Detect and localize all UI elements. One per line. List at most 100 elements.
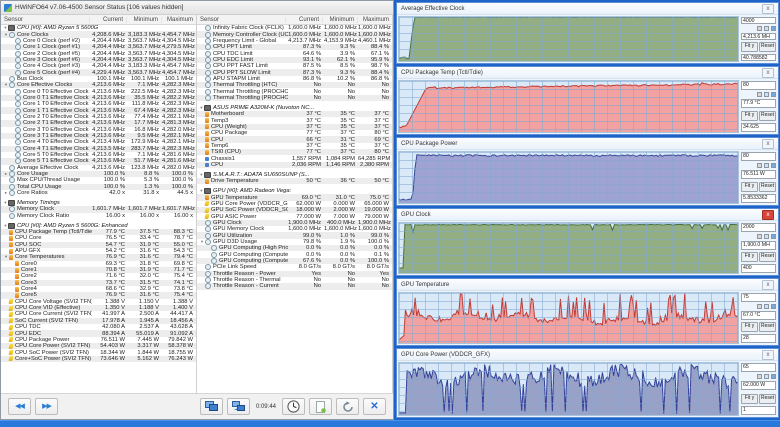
reset-values-button[interactable]	[336, 398, 359, 415]
axis-min-input[interactable]: 28	[741, 334, 776, 343]
column-header-current[interactable]: Current	[89, 16, 126, 23]
fit-y-button[interactable]: Fit y	[741, 111, 758, 121]
sensor-row[interactable]: CPU PPT FAST Limit 87.5 % 8.5 % 98.7 %	[197, 63, 392, 70]
taskbar[interactable]	[0, 420, 780, 427]
legend-checkbox[interactable]	[771, 304, 776, 309]
sensor-group-row[interactable]: ▾ CPU [#0]: AMD Ryzen 5 5600G: Enhanced	[1, 222, 196, 229]
sensor-row[interactable]: GPU Computing (Compute 0) Usage 0.0 % 0.0 …	[197, 251, 392, 258]
legend-checkbox[interactable]	[757, 234, 762, 239]
legend-checkbox[interactable]	[771, 163, 776, 168]
legend-checkbox[interactable]	[764, 374, 769, 379]
sensor-group-row[interactable]: ▾ S.M.A.R.T.: ADATA SU650SUNP (S...	[197, 171, 392, 178]
remote-sensors-button[interactable]	[226, 398, 250, 415]
sensor-row[interactable]: CPU 66 °C 31 °C 69 °C	[197, 136, 392, 143]
sensor-row[interactable]: Memory Clock Ratio 16.00 x 16.00 x 16.00 x	[1, 212, 196, 219]
sensor-row[interactable]: Core 4 T1 Effective Clock 4,213.5 MHz 283.…	[1, 145, 196, 152]
sensor-row[interactable]: GPU Computing (High Priority Co... 0.0 % 0…	[197, 245, 392, 252]
sensor-row[interactable]: APU GFX 54.2 °C 31.6 °C 54.3 °C	[1, 248, 196, 254]
sensor-row[interactable]: GPU Memory Clock 1,600.0 MHz 1,600.0 MHz 1,…	[197, 226, 392, 233]
sensor-row[interactable]: ▾ Core Effective Clocks 4,213.6 MHz 7.1 MHz…	[1, 82, 196, 89]
sensor-row[interactable]: ▾ Core Temperatures 76.9 °C 31.6 °C 79.4 °C	[1, 254, 196, 261]
sensor-row[interactable]: CPU PPT SLOW Limit 87.3 % 9.3 % 88.4 %	[197, 69, 392, 76]
sensor-row[interactable]: Total CPU Usage 100.0 % 1.3 % 100.0 %	[1, 183, 196, 190]
axis-max-input[interactable]: 4000	[741, 17, 776, 24]
legend-checkbox[interactable]	[771, 26, 776, 31]
sensor-row[interactable]: Core 3 Clock (perf #6) 4,204.4 MHz 3,563.7…	[1, 56, 196, 64]
sensor-row[interactable]: Throttle Reason - Current No No No	[197, 283, 392, 290]
window-titlebar[interactable]: HWiNFO64 v7.06-4500 Sensor Status [106 v…	[1, 1, 393, 15]
graph-close-icon[interactable]: x	[762, 67, 774, 78]
axis-min-input[interactable]: 34.625	[741, 123, 776, 132]
sensor-row[interactable]: CPU Core Current (SVI2 TFN) 41.997 A 2.500…	[1, 311, 196, 317]
graph-close-icon[interactable]: x	[762, 209, 774, 220]
legend-checkbox[interactable]	[764, 304, 769, 309]
sensor-row[interactable]: CPU SoC Power (SVI2 TFN) 18.344 W 1.844 W 1…	[1, 349, 196, 356]
sensor-row[interactable]: ▾ GPU D3D Usage 79.8 % 1.9 % 100.0 %	[197, 238, 392, 245]
sensor-row[interactable]: Core5 76.9 °C 31.6 °C 75.4 °C	[1, 292, 196, 299]
sensor-row[interactable]: Motherboard 37 °C 35 °C 37 °C	[197, 111, 392, 118]
sensor-row[interactable]: CPU PPT Limit 87.3 % 9.3 % 88.4 %	[197, 44, 392, 51]
sensor-row[interactable]: ▾ Core Clocks 4,208.6 MHz 3,183.3 MHz 4,454.…	[1, 31, 196, 38]
graph-close-icon[interactable]: x	[762, 138, 774, 149]
collapse-columns-button[interactable]: ◀◀	[8, 398, 31, 415]
sensor-row[interactable]: CPU Core Power (SVI2 TFN) 54.403 W 3.317 W…	[1, 343, 196, 350]
sensor-row[interactable]: CPU EDC 88.394 A 55.019 A 91.092 A	[1, 330, 196, 337]
sensor-row[interactable]: Core2 71.6 °C 32.0 °C 75.4 °C	[1, 273, 196, 279]
axis-max-input[interactable]: 65	[741, 363, 776, 372]
graph-titlebar[interactable]: GPU Temperature x	[397, 279, 778, 291]
sensor-row[interactable]: Bus Clock 100.1 MHz 100.1 MHz 100.1 MHz	[1, 75, 196, 82]
sensor-row[interactable]: ▸ Core Ratios 42.0 x 31.8 x 44.5 x	[1, 190, 196, 197]
sensor-row[interactable]: Chassis1 1,557 RPM 1,084 RPM 64,285 RPM	[197, 155, 392, 162]
sensor-row[interactable]: Core 2 Clock (perf #5) 4,204.4 MHz 3,563.7…	[1, 50, 196, 57]
legend-checkbox[interactable]	[757, 163, 762, 168]
reset-button[interactable]: Reset	[759, 322, 776, 332]
graph-titlebar[interactable]: Average Effective Clock x	[397, 3, 778, 15]
sensor-row[interactable]: Core 3 T1 Effective Clock 4,213.6 MHz 9.5 …	[1, 132, 196, 140]
axis-max-input[interactable]: 2000	[741, 223, 776, 232]
sensor-row[interactable]: Thermal Throttling (PROCHOT CPU) No No No	[197, 88, 392, 95]
sensor-row[interactable]: ▸ Core Usage 100.0 % 8.8 % 100.0 %	[1, 170, 196, 178]
reset-button[interactable]: Reset	[759, 182, 776, 192]
sensor-row[interactable]: CPU Package 77 °C 37 °C 80 °C	[197, 130, 392, 136]
reset-button[interactable]: Reset	[759, 252, 776, 262]
sensor-row[interactable]: GPU Computing (Compute 1) Usage 67.6 % 0.0…	[197, 257, 392, 265]
column-header-maximum[interactable]: Maximum	[161, 16, 196, 23]
sensor-group-row[interactable]: ▾ ASUS PRIME A320M-K (Nuvoton NC...	[197, 104, 392, 111]
sensor-row[interactable]: CPU (Weight) 37 °C 35 °C 37 °C	[197, 123, 392, 131]
reset-button[interactable]: Reset	[759, 394, 776, 404]
sensor-row[interactable]: Core 4 T0 Effective Clock 4,213.4 MHz 172.…	[1, 139, 196, 146]
sensor-row[interactable]: Throttle Reason - Power Yes No Yes	[197, 270, 392, 277]
sensor-row[interactable]: Core 1 T1 Effective Clock 4,213.6 MHz 67.4…	[1, 107, 196, 114]
axis-max-input[interactable]: 75	[741, 293, 776, 302]
axis-min-input[interactable]: 5.8533362	[741, 194, 776, 203]
sensor-row[interactable]: Memory Clock 1,601.7 MHz 1,601.7 MHz 1,601.…	[1, 206, 196, 213]
column-header-maximum[interactable]: Maximum	[357, 16, 392, 23]
legend-checkbox[interactable]	[771, 374, 776, 379]
sensor-row[interactable]: Core 4 Clock (perf #3) 4,204.4 MHz 3,183.3…	[1, 63, 196, 70]
axis-max-input[interactable]: 80	[741, 152, 776, 161]
sensor-row[interactable]: CPU Package Power 76.511 W 7.445 W 79.842 W	[1, 337, 196, 343]
graph-titlebar[interactable]: CPU Package Temp (Tctl/Tdie) x	[397, 67, 778, 79]
sensor-row[interactable]: Core 0 T1 Effective Clock 4,213.6 MHz 35.5…	[1, 94, 196, 102]
axis-max-input[interactable]: 80	[741, 81, 776, 90]
column-header-minimum[interactable]: Minimum	[126, 16, 161, 23]
fit-y-button[interactable]: Fit y	[741, 42, 758, 52]
sensor-row[interactable]: Core 0 Clock (perf #2) 4,204.4 MHz 3,563.7…	[1, 37, 196, 44]
sensor-row[interactable]: Temp3 37 °C 35 °C 37 °C	[197, 117, 392, 124]
graph-titlebar[interactable]: CPU Package Power x	[397, 138, 778, 150]
sensor-row[interactable]: Core 3 T0 Effective Clock 4,213.6 MHz 16.8…	[1, 126, 196, 133]
reset-button[interactable]: Reset	[759, 42, 776, 52]
sensor-row[interactable]: Core1 70.8 °C 31.9 °C 71.7 °C	[1, 266, 196, 274]
fit-y-button[interactable]: Fit y	[741, 182, 758, 192]
sensor-group-row[interactable]: ▾ CPU [#0]: AMD Ryzen 5 5600G	[1, 25, 196, 32]
axis-min-input[interactable]: 1	[741, 406, 776, 415]
sensor-row[interactable]: PCIe Link Speed 8.0 GT/s 8.0 GT/s 8.0 GT/s	[197, 264, 392, 271]
sensor-group-row[interactable]: ▾ Memory Timings	[1, 200, 196, 207]
sensor-row[interactable]: Memory Controller Clock (UCLK)1,600.0 MH…	[197, 31, 392, 38]
sensor-row[interactable]: Core 2 T1 Effective Clock 4,213.6 MHz 17.7…	[1, 120, 196, 127]
fit-y-button[interactable]: Fit y	[741, 394, 758, 404]
legend-checkbox[interactable]	[771, 234, 776, 239]
sensor-row[interactable]: CPU TDC Limit 64.6 % 3.9 % 67.1 %	[197, 50, 392, 57]
sensor-row[interactable]: CPU SOC 54.7 °C 31.9 °C 55.0 °C	[1, 241, 196, 248]
sensor-row[interactable]: Average Effective Clock 4,213.6 MHz 123.8 …	[1, 164, 196, 171]
